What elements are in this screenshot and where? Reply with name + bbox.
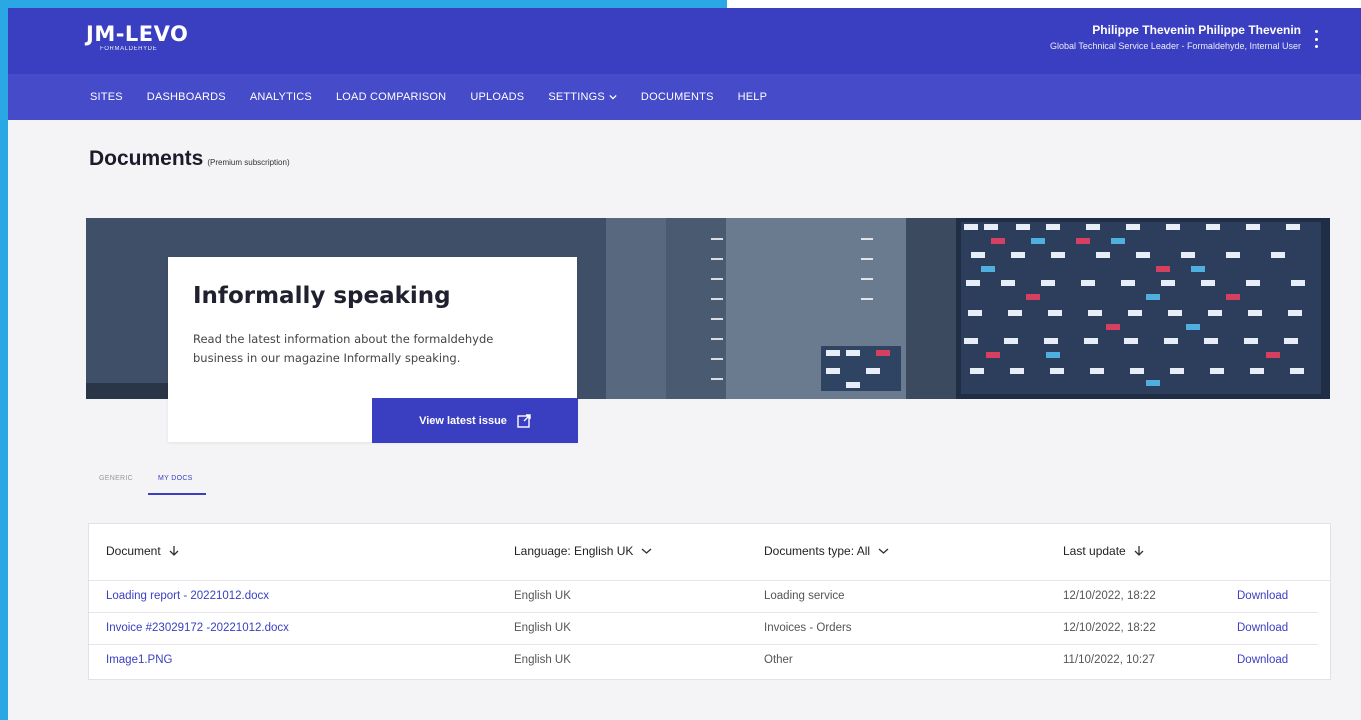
user-info: Philippe Thevenin Philippe Thevenin Glob… bbox=[1050, 23, 1301, 51]
header-document[interactable]: Document bbox=[106, 544, 179, 558]
page-subtitle: (Premium subscription) bbox=[207, 158, 290, 167]
download-link[interactable]: Download bbox=[1237, 622, 1288, 634]
nav-documents[interactable]: DOCUMENTS bbox=[641, 91, 714, 103]
nav-dashboards[interactable]: DASHBOARDS bbox=[147, 91, 226, 103]
chevron-down-icon bbox=[641, 548, 652, 554]
user-role: Global Technical Service Leader - Formal… bbox=[1050, 41, 1301, 51]
page-title: Documents (Premium subscription) bbox=[89, 147, 290, 171]
download-link[interactable]: Download bbox=[1237, 590, 1288, 602]
row-language: English UK bbox=[514, 590, 571, 602]
chevron-down-icon bbox=[609, 94, 617, 100]
page-title-text: Documents bbox=[89, 147, 204, 170]
external-link-icon bbox=[517, 413, 531, 428]
row-doc-type: Loading service bbox=[764, 590, 845, 602]
logo-sub-text: FORMALDEHYDE bbox=[100, 46, 158, 52]
top-strip bbox=[0, 0, 1361, 8]
download-link[interactable]: Download bbox=[1237, 654, 1288, 666]
nav-analytics[interactable]: ANALYTICS bbox=[250, 91, 312, 103]
promo-title: Informally speaking bbox=[193, 283, 451, 309]
user-name: Philippe Thevenin Philippe Thevenin bbox=[1092, 23, 1301, 37]
header-document-label: Document bbox=[106, 544, 161, 558]
table-row: Loading report - 20221012.docx English U… bbox=[89, 581, 1318, 613]
header-doc-type[interactable]: Documents type: All bbox=[764, 544, 889, 558]
row-last-update: 12/10/2022, 18:22 bbox=[1063, 590, 1156, 602]
table-header: Document Language: English UK Documents … bbox=[89, 524, 1330, 581]
nav-help[interactable]: HELP bbox=[738, 91, 768, 103]
row-last-update: 12/10/2022, 18:22 bbox=[1063, 622, 1156, 634]
tab-my-docs[interactable]: MY DOCS bbox=[148, 475, 206, 495]
sort-arrow-down-icon bbox=[1134, 546, 1144, 556]
row-doc-type: Other bbox=[764, 654, 793, 666]
nav-settings-label: SETTINGS bbox=[548, 91, 605, 103]
chevron-down-icon bbox=[878, 548, 889, 554]
row-last-update: 11/10/2022, 10:27 bbox=[1063, 654, 1155, 666]
nav-sites[interactable]: SITES bbox=[90, 91, 123, 103]
tab-generic[interactable]: GENERIC bbox=[99, 475, 133, 495]
promo-text: Read the latest information about the fo… bbox=[193, 332, 494, 365]
document-link[interactable]: Invoice #23029172 -20221012.docx bbox=[106, 622, 289, 634]
nav-load-comparison[interactable]: LOAD COMPARISON bbox=[336, 91, 446, 103]
app-window: JM-LEVO FORMALDEHYDE Philippe Thevenin P… bbox=[8, 8, 1361, 720]
header-doc-type-label: Documents type: All bbox=[764, 544, 871, 558]
app-header: JM-LEVO FORMALDEHYDE Philippe Thevenin P… bbox=[8, 8, 1361, 74]
table-row: Invoice #23029172 -20221012.docx English… bbox=[89, 613, 1318, 645]
header-language-label: Language: English UK bbox=[514, 544, 634, 558]
nav-uploads[interactable]: UPLOADS bbox=[470, 91, 524, 103]
header-last-update-label: Last update bbox=[1063, 544, 1126, 558]
sort-arrow-down-icon bbox=[169, 546, 179, 556]
document-link[interactable]: Image1.PNG bbox=[106, 654, 172, 666]
document-tabs: GENERIC MY DOCS bbox=[99, 475, 231, 495]
table-row: Image1.PNG English UK Other 11/10/2022, … bbox=[89, 645, 1318, 677]
logo-main-text: JM-LEVO bbox=[86, 22, 189, 46]
logo[interactable]: JM-LEVO FORMALDEHYDE bbox=[86, 22, 189, 53]
view-latest-issue-button[interactable]: View latest issue bbox=[372, 398, 578, 443]
row-doc-type: Invoices - Orders bbox=[764, 622, 852, 634]
kebab-menu-icon[interactable] bbox=[1315, 30, 1319, 48]
header-last-update[interactable]: Last update bbox=[1063, 544, 1144, 558]
main-nav: SITES DASHBOARDS ANALYTICS LOAD COMPARIS… bbox=[8, 74, 1361, 120]
nav-settings[interactable]: SETTINGS bbox=[548, 91, 617, 103]
view-latest-issue-label: View latest issue bbox=[419, 414, 507, 427]
top-strip-accent bbox=[0, 0, 727, 8]
row-language: English UK bbox=[514, 622, 571, 634]
document-link[interactable]: Loading report - 20221012.docx bbox=[106, 590, 269, 602]
documents-table: Document Language: English UK Documents … bbox=[88, 523, 1331, 680]
header-language[interactable]: Language: English UK bbox=[514, 544, 652, 558]
row-language: English UK bbox=[514, 654, 571, 666]
